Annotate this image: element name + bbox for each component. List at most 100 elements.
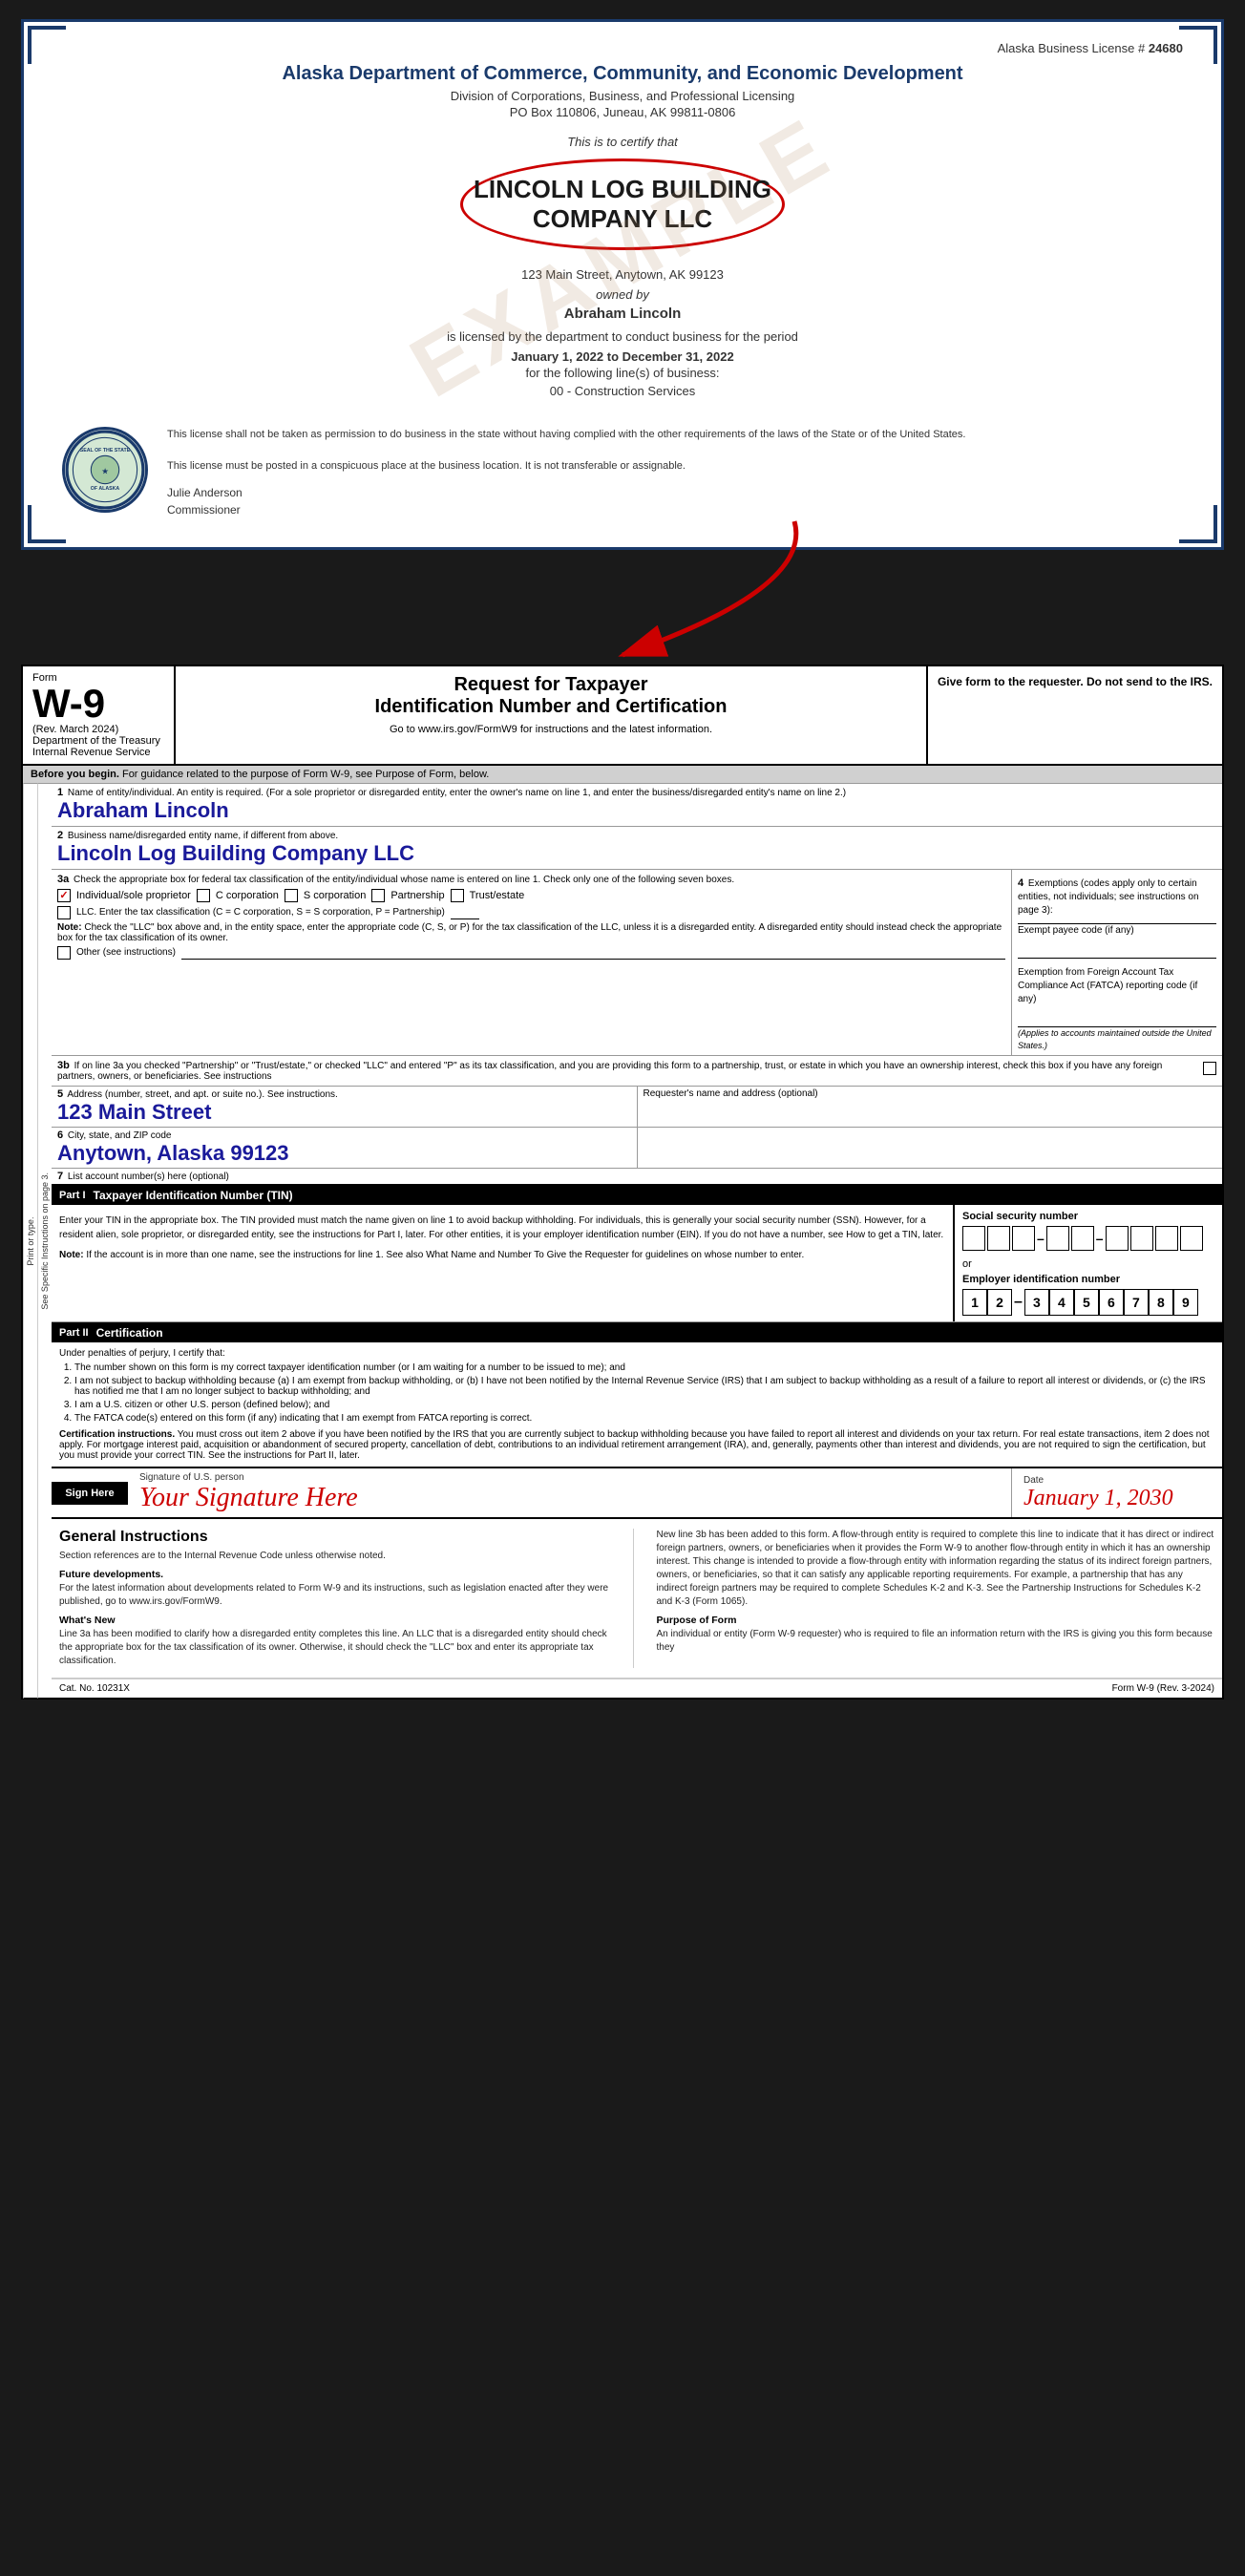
ssn-box-7[interactable] [1130, 1226, 1153, 1251]
address-row: 5 Address (number, street, and apt. or s… [52, 1087, 1222, 1128]
part1-label: Part I [59, 1190, 86, 1201]
certify-text: This is to certify that [62, 135, 1183, 149]
tin-body-text: Enter your TIN in the appropriate box. T… [59, 1214, 945, 1262]
field4-content: 4 Exemptions (codes apply only to certai… [1018, 876, 1216, 1052]
date-label: Date [1023, 1475, 1211, 1486]
field2-label: Business name/disregarded entity name, i… [68, 831, 338, 841]
tin-boxes: Social security number – – [955, 1205, 1222, 1321]
field3b-checkbox[interactable] [1203, 1062, 1216, 1075]
cat-number: Cat. No. 10231X [59, 1683, 130, 1694]
requester-label: Requester's name and address (optional) [644, 1088, 1217, 1099]
signature-label: Signature of U.S. person [139, 1472, 1000, 1483]
llc-checkbox[interactable] [57, 906, 71, 919]
c-corp-checkbox[interactable] [197, 889, 210, 902]
signature-area[interactable]: Signature of U.S. person Your Signature … [128, 1468, 1012, 1517]
field3b-text: 3b If on line 3a you checked "Partnershi… [57, 1060, 1195, 1082]
license-bottom: SEAL OF THE STATE OF ALASKA ★ This licen… [62, 427, 1183, 518]
part1-title: Taxpayer Identification Number (TIN) [94, 1189, 293, 1202]
other-row: Other (see instructions) [57, 946, 1005, 960]
give-form-text: Give form to the requester. Do not send … [928, 666, 1222, 764]
division-name: Division of Corporations, Business, and … [62, 89, 1183, 103]
individual-checkbox[interactable] [57, 889, 71, 902]
ein-box-3[interactable]: 3 [1024, 1289, 1049, 1316]
license-document: EXAMPLE Alaska Business License # 24680 … [21, 19, 1224, 550]
corner-decoration-tl [28, 26, 66, 64]
field2-value: Lincoln Log Building Company LLC [57, 841, 485, 866]
business-type: 00 - Construction Services [62, 384, 1183, 398]
gi-whats-new-text: Line 3a has been modified to clarify how… [59, 1628, 618, 1668]
ssn-box-3[interactable] [1012, 1226, 1035, 1251]
other-checkbox[interactable] [57, 946, 71, 960]
dept-label: Department of the Treasury [32, 735, 164, 747]
date-value: January 1, 2030 [1023, 1486, 1211, 1511]
company-name-line1: LINCOLN LOG BUILDING [473, 175, 772, 204]
gi-right: New line 3b has been added to this form.… [653, 1529, 1215, 1668]
partnership-checkbox[interactable] [371, 889, 385, 902]
ein-box-9[interactable]: 9 [1173, 1289, 1198, 1316]
cert-item-4: The FATCA code(s) entered on this form (… [74, 1413, 1214, 1424]
print-instruction: Print or type. [23, 784, 37, 1699]
cert-item-3: I am a U.S. citizen or other U.S. person… [74, 1400, 1214, 1410]
c-corp-label: C corporation [216, 890, 279, 901]
ssn-box-4[interactable] [1046, 1226, 1069, 1251]
form-rev: (Rev. March 2024) [32, 724, 164, 735]
ein-box-6[interactable]: 6 [1099, 1289, 1124, 1316]
gi-section-ref: Section references are to the Internal R… [59, 1550, 618, 1563]
ssn-box-8[interactable] [1155, 1226, 1178, 1251]
ssn-box-1[interactable] [962, 1226, 985, 1251]
trust-checkbox[interactable] [451, 889, 464, 902]
llc-row: LLC. Enter the tax classification (C = C… [57, 906, 1005, 919]
before-begin-text: For guidance related to the purpose of F… [122, 769, 489, 780]
cert-item-1: The number shown on this form is my corr… [74, 1362, 1214, 1373]
w9-header: Form W-9 (Rev. March 2024) Department of… [23, 666, 1222, 766]
partnership-label: Partnership [390, 890, 444, 901]
w9-url: Go to www.irs.gov/FormW9 for instruction… [191, 724, 911, 735]
see-specific-instruction: See Specific Instructions on page 3. [37, 784, 52, 1699]
w9-subtitle: Identification Number and Certification [191, 696, 911, 718]
gi-title: General Instructions [59, 1529, 618, 1546]
part2-title: Certification [96, 1326, 163, 1340]
ein-box-4[interactable]: 4 [1049, 1289, 1074, 1316]
license-period: January 1, 2022 to December 31, 2022 [62, 349, 1183, 364]
cert-list: The number shown on this form is my corr… [59, 1362, 1214, 1424]
svg-text:★: ★ [101, 468, 109, 476]
ssn-box-5[interactable] [1071, 1226, 1094, 1251]
field5-area: 5 Address (number, street, and apt. or s… [52, 1087, 638, 1127]
state-seal: SEAL OF THE STATE OF ALASKA ★ [62, 427, 148, 513]
w9-main-content: 1 Name of entity/individual. An entity i… [52, 784, 1222, 1699]
general-instructions: General Instructions Section references … [52, 1519, 1222, 1679]
field1-value: Abraham Lincoln [57, 798, 846, 823]
trust-label: Trust/estate [470, 890, 525, 901]
field5-value: 123 Main Street [57, 1100, 631, 1125]
w9-section: Form W-9 (Rev. March 2024) Department of… [0, 665, 1245, 1720]
field3a-label: Check the appropriate box for federal ta… [74, 875, 734, 885]
form-number: W-9 [32, 684, 164, 724]
ssn-label: Social security number [962, 1211, 1214, 1222]
ein-box-5[interactable]: 5 [1074, 1289, 1099, 1316]
gi-whats-new-label: What's New [59, 1615, 618, 1626]
before-begin-row: Before you begin. For guidance related t… [23, 766, 1222, 784]
signature-value: Your Signature Here [139, 1483, 1000, 1513]
field7-row: 7 List account number(s) here (optional) [52, 1169, 1222, 1186]
w9-footer: Cat. No. 10231X Form W-9 (Rev. 3-2024) [52, 1679, 1222, 1698]
ein-box-1[interactable]: 1 [962, 1289, 987, 1316]
ssn-box-2[interactable] [987, 1226, 1010, 1251]
s-corp-checkbox[interactable] [285, 889, 298, 902]
ssn-box-9[interactable] [1180, 1226, 1203, 1251]
seal-circle: SEAL OF THE STATE OF ALASKA ★ [62, 427, 148, 513]
city-row: 6 City, state, and ZIP code Anytown, Ala… [52, 1128, 1222, 1169]
field2-content: 2 Business name/disregarded entity name,… [52, 827, 491, 869]
fatca-label: Exemption from Foreign Account Tax Compl… [1018, 966, 1216, 1006]
agency-name: Alaska Department of Commerce, Community… [62, 63, 1183, 85]
exempt-payee-line: Exempt payee code (if any) [1018, 923, 1216, 959]
ssn-box-6[interactable] [1106, 1226, 1129, 1251]
ein-box-8[interactable]: 8 [1149, 1289, 1173, 1316]
field7-label: List account number(s) here (optional) [68, 1172, 229, 1182]
sign-row: Sign Here Signature of U.S. person Your … [52, 1468, 1222, 1519]
ein-boxes: 1 2 – 3 4 5 6 7 8 9 [962, 1289, 1214, 1316]
field1-content: 1 Name of entity/individual. An entity i… [52, 784, 852, 826]
ein-box-2[interactable]: 2 [987, 1289, 1012, 1316]
ein-box-7[interactable]: 7 [1124, 1289, 1149, 1316]
corner-decoration-tr [1179, 26, 1217, 64]
w9-title: Request for Taxpayer [191, 674, 911, 696]
